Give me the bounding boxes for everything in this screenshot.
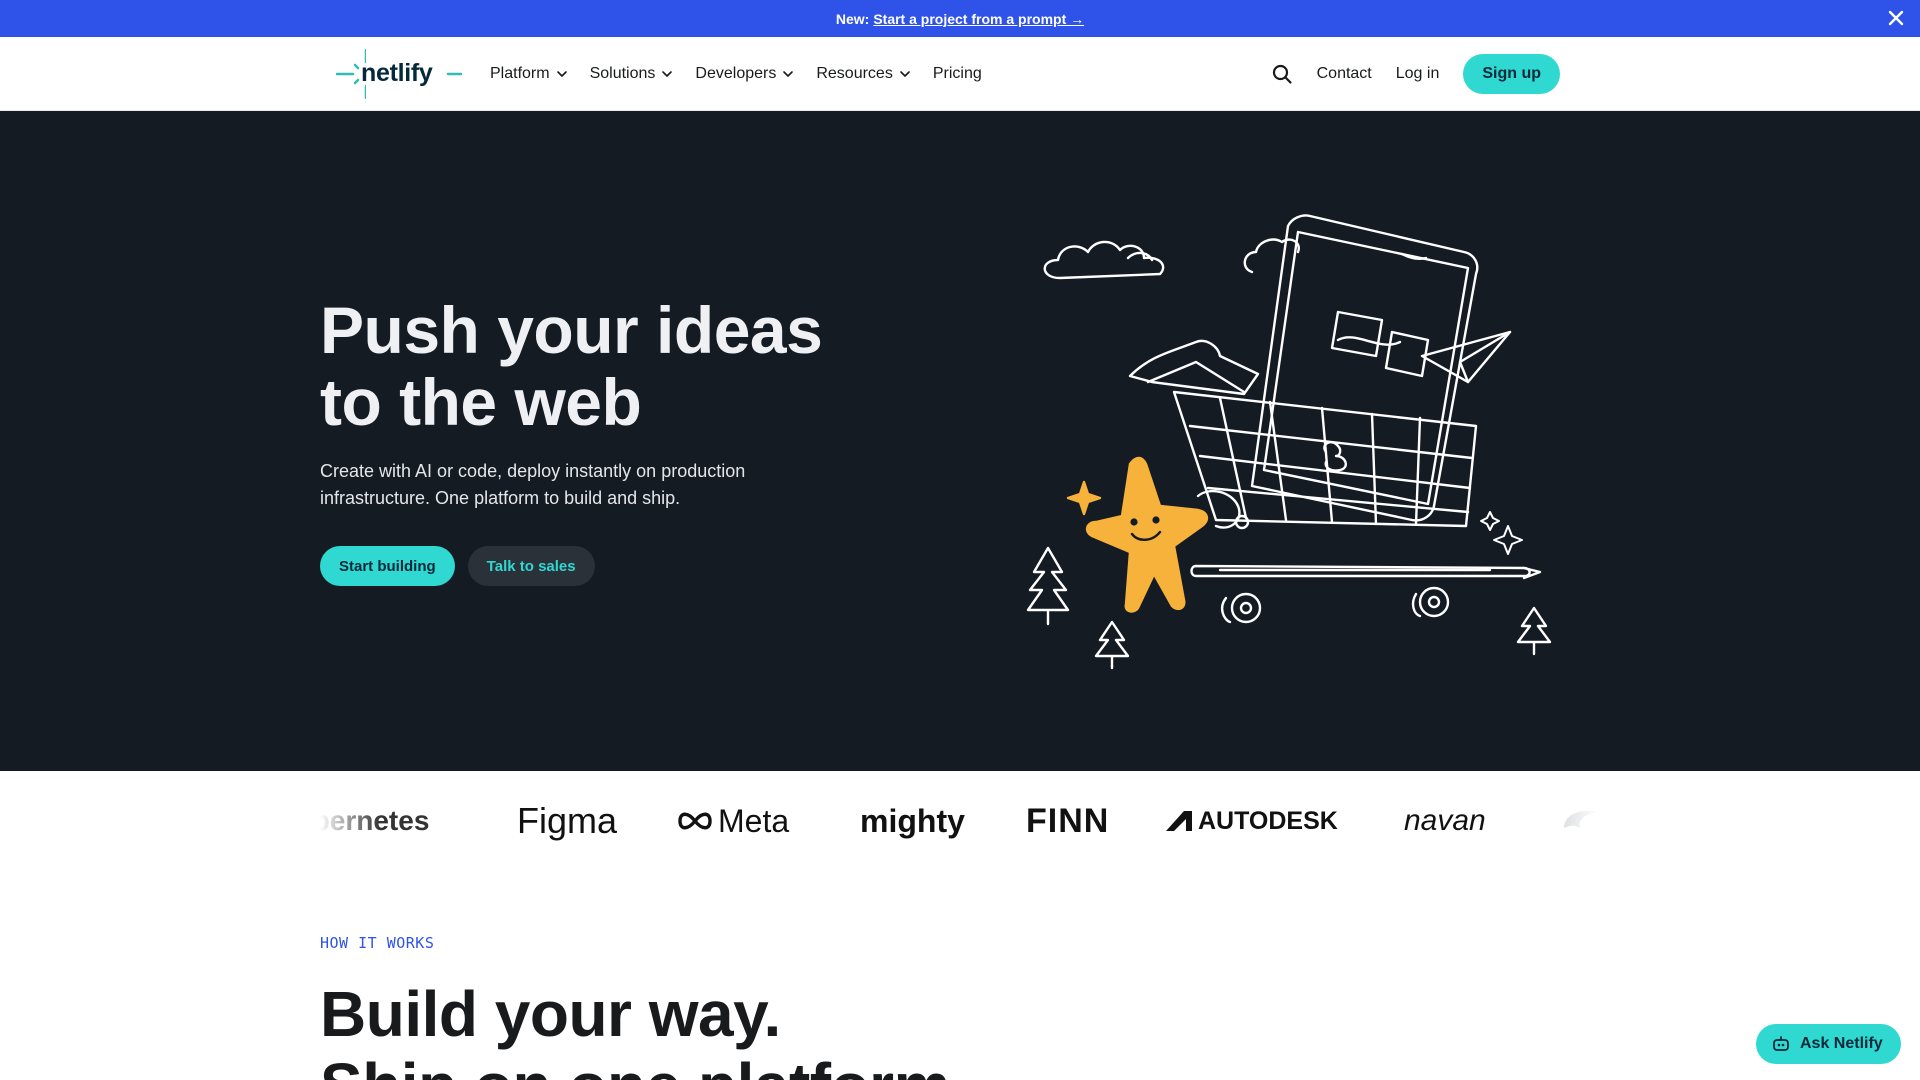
sparkle-icon — [1493, 525, 1523, 555]
logo-label: FINN — [1026, 801, 1110, 840]
start-building-button[interactable]: Start building — [320, 546, 455, 586]
main-nav: netlify Platform Solutions Developers Re… — [0, 37, 1920, 111]
menu-solutions[interactable]: Solutions — [590, 65, 674, 83]
signup-button[interactable]: Sign up — [1463, 54, 1560, 94]
cart-wheel-icon — [1418, 586, 1450, 618]
hero-title-line-1: Push your ideas — [320, 293, 823, 367]
logos-fade-right — [1540, 771, 1600, 871]
logo-figma: Figma — [517, 800, 618, 841]
section-eyebrow: HOW IT WORKS — [320, 934, 435, 952]
chat-bot-icon — [1773, 1036, 1789, 1051]
meta-infinity-icon — [678, 812, 712, 830]
hero-lede-line-2: infrastructure. One platform to build an… — [320, 488, 681, 508]
primary-menu: Platform Solutions Developers Resources … — [490, 37, 1004, 111]
announcement-bar: New: Start a project from a prompt → — [0, 0, 1920, 37]
sparkle-icon — [1066, 480, 1102, 516]
section-title: Build your way. Ship on one platform. — [320, 978, 1220, 1080]
logo-finn: FINN — [1026, 801, 1109, 841]
tree-icon — [1094, 620, 1130, 670]
sparkle-icon — [1480, 511, 1500, 531]
hero-cart-illustration — [1026, 214, 1552, 670]
logos-fade-left — [320, 771, 380, 871]
chevron-down-icon — [783, 71, 794, 77]
cloud-icon — [1043, 240, 1165, 280]
chevron-down-icon — [662, 71, 673, 77]
ask-netlify-button[interactable]: Ask Netlify — [1756, 1024, 1901, 1064]
hero-lede: Create with AI or code, deploy instantly… — [320, 458, 800, 512]
close-icon[interactable] — [1886, 8, 1906, 28]
menu-resources[interactable]: Resources — [816, 65, 910, 83]
menu-label: Developers — [695, 65, 777, 82]
autodesk-mark-icon — [1166, 811, 1192, 831]
tree-icon — [1516, 606, 1552, 656]
logo-label: Figma — [517, 800, 618, 841]
logo-navan: navan — [1404, 801, 1486, 841]
cloud-icon — [1126, 251, 1154, 262]
announcement-link[interactable]: Start a project from a prompt → — [873, 11, 1084, 27]
announcement-prefix: New: — [835, 10, 870, 27]
hero-section: Push your ideas to the web Create with A… — [0, 111, 1920, 771]
menu-platform[interactable]: Platform — [490, 65, 568, 83]
chevron-down-icon — [556, 71, 567, 77]
hero-title: Push your ideas to the web — [320, 294, 880, 438]
contact-link[interactable]: Contact — [1317, 65, 1372, 83]
hero-cta-group: Start building Talk to sales — [320, 546, 595, 586]
hero-lede-line-1: Create with AI or code, deploy instantly… — [320, 461, 746, 481]
logo-mighty: mighty — [860, 801, 965, 841]
logo-label: navan — [1404, 804, 1486, 837]
customer-logos-strip: kubernetes Figma Meta mighty FINN AUTODE… — [320, 771, 1600, 871]
tree-icon — [1026, 546, 1070, 626]
talk-to-sales-button[interactable]: Talk to sales — [467, 546, 595, 586]
menu-label: Solutions — [589, 65, 656, 82]
star-character-icon — [1085, 456, 1209, 613]
nav-actions: Contact Log in Sign up — [1271, 37, 1560, 111]
logo-label: Meta — [718, 802, 790, 839]
logo-meta: Meta — [676, 801, 789, 841]
menu-label: Resources — [816, 65, 893, 82]
search-icon[interactable] — [1271, 63, 1293, 85]
logo-wordmark: netlify — [361, 59, 433, 87]
logo-label: AUTODESK — [1198, 806, 1338, 835]
cloud-icon — [1243, 238, 1300, 274]
hero-title-line-2: to the web — [320, 365, 642, 439]
section-title-line-2: Ship on one platform. — [320, 1050, 968, 1080]
menu-pricing[interactable]: Pricing — [933, 65, 982, 83]
chevron-down-icon — [900, 71, 910, 77]
login-link[interactable]: Log in — [1396, 65, 1440, 83]
menu-label: Pricing — [932, 65, 982, 82]
logo-label: mighty — [860, 802, 965, 839]
logo-autodesk: AUTODESK — [1166, 801, 1338, 841]
netlify-logo[interactable]: netlify — [336, 49, 462, 99]
cart-wheel-icon — [1230, 592, 1262, 624]
section-title-line-1: Build your way. — [320, 978, 781, 1050]
rubber-duck-icon — [1323, 441, 1347, 472]
menu-label: Platform — [490, 65, 550, 82]
ask-netlify-label: Ask Netlify — [1800, 1035, 1883, 1052]
menu-developers[interactable]: Developers — [695, 65, 794, 83]
